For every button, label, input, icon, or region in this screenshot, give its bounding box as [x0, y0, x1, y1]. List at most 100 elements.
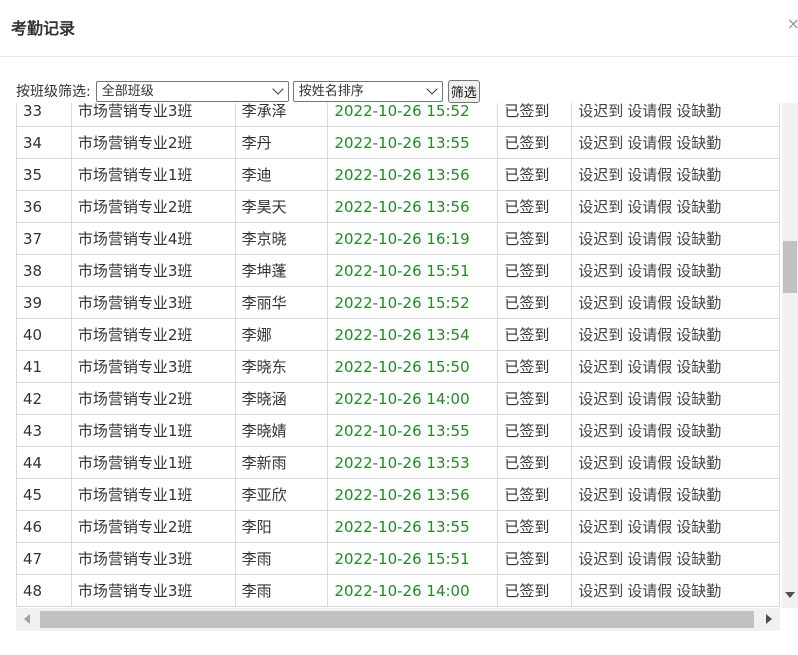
row-checkin-time: 2022-10-26 13:56 — [327, 190, 499, 223]
row-checkin-time: 2022-10-26 15:52 — [327, 286, 499, 319]
set-leave-link[interactable]: 设请假 — [627, 134, 672, 152]
set-late-link[interactable]: 设迟到 — [578, 230, 623, 248]
row-checkin-time: 2022-10-26 15:51 — [327, 542, 499, 575]
set-late-link[interactable]: 设迟到 — [578, 326, 623, 344]
scroll-left-arrow-icon[interactable] — [24, 614, 30, 624]
set-late-link[interactable]: 设迟到 — [578, 518, 623, 536]
row-checkin-time: 2022-10-26 13:54 — [327, 318, 499, 351]
set-late-link[interactable]: 设迟到 — [578, 103, 623, 120]
set-late-link[interactable]: 设迟到 — [578, 582, 623, 600]
scroll-right-arrow-icon[interactable] — [766, 614, 772, 624]
row-student-name: 李坤蓬 — [234, 254, 329, 287]
set-late-link[interactable]: 设迟到 — [578, 390, 623, 408]
row-status: 已签到 — [497, 126, 573, 159]
set-leave-link[interactable]: 设请假 — [627, 582, 672, 600]
set-late-link[interactable]: 设迟到 — [578, 550, 623, 568]
set-late-link[interactable]: 设迟到 — [578, 422, 623, 440]
row-actions: 设迟到 设请假 设缺勤 — [571, 103, 780, 127]
set-absent-link[interactable]: 设缺勤 — [676, 358, 721, 376]
dialog-header: 考勤记录 × — [0, 0, 798, 57]
set-late-link[interactable]: 设迟到 — [578, 166, 623, 184]
row-checkin-time: 2022-10-26 13:55 — [327, 126, 499, 159]
set-late-link[interactable]: 设迟到 — [578, 198, 623, 216]
row-status: 已签到 — [497, 574, 573, 607]
row-number: 39 — [16, 286, 72, 319]
set-leave-link[interactable]: 设请假 — [627, 230, 672, 248]
row-actions: 设迟到 设请假 设缺勤 — [571, 574, 780, 607]
row-number: 37 — [16, 222, 72, 255]
table-row: 47 市场营销专业3班 李雨 2022-10-26 15:51 已签到 设迟到 设请假 设缺勤 — [16, 542, 780, 575]
class-select[interactable]: 全部班级 — [95, 80, 289, 102]
set-absent-link[interactable]: 设缺勤 — [676, 486, 721, 504]
row-student-name: 李丽华 — [234, 286, 329, 319]
set-leave-link[interactable]: 设请假 — [627, 358, 672, 376]
set-leave-link[interactable]: 设请假 — [627, 103, 672, 120]
set-absent-link[interactable]: 设缺勤 — [676, 454, 721, 472]
row-student-name: 李新雨 — [234, 446, 329, 479]
row-student-name: 李亚欣 — [234, 478, 329, 511]
filter-button[interactable]: 筛选 — [447, 79, 480, 103]
set-leave-link[interactable]: 设请假 — [627, 326, 672, 344]
set-late-link[interactable]: 设迟到 — [578, 358, 623, 376]
set-absent-link[interactable]: 设缺勤 — [676, 422, 721, 440]
row-actions: 设迟到 设请假 设缺勤 — [571, 478, 780, 511]
set-absent-link[interactable]: 设缺勤 — [676, 582, 721, 600]
row-number: 38 — [16, 254, 72, 287]
chevron-down-icon — [272, 82, 284, 95]
vertical-scrollbar[interactable] — [782, 103, 798, 608]
row-checkin-time: 2022-10-26 13:55 — [327, 414, 499, 447]
set-late-link[interactable]: 设迟到 — [578, 454, 623, 472]
row-student-name: 李承泽 — [234, 103, 329, 127]
set-absent-link[interactable]: 设缺勤 — [676, 103, 721, 120]
set-absent-link[interactable]: 设缺勤 — [676, 262, 721, 280]
sort-select[interactable]: 按姓名排序 — [292, 80, 443, 102]
set-absent-link[interactable]: 设缺勤 — [676, 390, 721, 408]
row-number: 36 — [16, 190, 72, 223]
set-late-link[interactable]: 设迟到 — [578, 486, 623, 504]
row-student-name: 李迪 — [234, 158, 329, 191]
set-absent-link[interactable]: 设缺勤 — [676, 198, 721, 216]
row-actions: 设迟到 设请假 设缺勤 — [571, 414, 780, 447]
set-absent-link[interactable]: 设缺勤 — [676, 230, 721, 248]
attendance-table: 33 市场营销专业3班 李承泽 2022-10-26 15:52 已签到 设迟到 设请假 设缺… — [16, 103, 780, 607]
set-absent-link[interactable]: 设缺勤 — [676, 550, 721, 568]
row-number: 47 — [16, 542, 72, 575]
close-icon[interactable]: × — [787, 14, 798, 33]
set-late-link[interactable]: 设迟到 — [578, 262, 623, 280]
set-leave-link[interactable]: 设请假 — [627, 422, 672, 440]
set-absent-link[interactable]: 设缺勤 — [676, 166, 721, 184]
row-number: 46 — [16, 510, 72, 543]
set-absent-link[interactable]: 设缺勤 — [676, 326, 721, 344]
set-absent-link[interactable]: 设缺勤 — [676, 518, 721, 536]
set-late-link[interactable]: 设迟到 — [578, 294, 623, 312]
row-checkin-time: 2022-10-26 16:19 — [327, 222, 499, 255]
set-leave-link[interactable]: 设请假 — [627, 550, 672, 568]
set-late-link[interactable]: 设迟到 — [578, 134, 623, 152]
row-class: 市场营销专业3班 — [70, 542, 236, 575]
set-leave-link[interactable]: 设请假 — [627, 198, 672, 216]
set-absent-link[interactable]: 设缺勤 — [676, 134, 721, 152]
row-number: 41 — [16, 350, 72, 383]
row-class: 市场营销专业3班 — [70, 103, 236, 127]
vertical-scroll-thumb[interactable] — [783, 241, 797, 293]
row-actions: 设迟到 设请假 设缺勤 — [571, 190, 780, 223]
scroll-down-arrow-icon[interactable] — [785, 592, 795, 598]
set-absent-link[interactable]: 设缺勤 — [676, 294, 721, 312]
sort-select-value: 按姓名排序 — [298, 83, 364, 99]
row-class: 市场营销专业4班 — [70, 222, 236, 255]
horizontal-scrollbar[interactable] — [16, 608, 780, 631]
set-leave-link[interactable]: 设请假 — [627, 518, 672, 536]
set-leave-link[interactable]: 设请假 — [627, 486, 672, 504]
table-row: 48 市场营销专业3班 李雨 2022-10-26 14:00 已签到 设迟到 设请假 设缺勤 — [16, 574, 780, 607]
set-leave-link[interactable]: 设请假 — [627, 294, 672, 312]
set-leave-link[interactable]: 设请假 — [627, 454, 672, 472]
class-select-value: 全部班级 — [101, 83, 154, 99]
table-row: 41 市场营销专业3班 李晓东 2022-10-26 15:50 已签到 设迟到 设请假 设缺… — [16, 350, 780, 383]
table-row: 43 市场营销专业1班 李晓婧 2022-10-26 13:55 已签到 设迟到 设请假 设缺… — [16, 414, 780, 447]
row-class: 市场营销专业3班 — [70, 254, 236, 287]
attendance-table-viewport[interactable]: 33 市场营销专业3班 李承泽 2022-10-26 15:52 已签到 设迟到 设请假 设缺… — [16, 103, 780, 608]
set-leave-link[interactable]: 设请假 — [627, 390, 672, 408]
set-leave-link[interactable]: 设请假 — [627, 166, 672, 184]
horizontal-scroll-thumb[interactable] — [40, 611, 754, 628]
set-leave-link[interactable]: 设请假 — [627, 262, 672, 280]
